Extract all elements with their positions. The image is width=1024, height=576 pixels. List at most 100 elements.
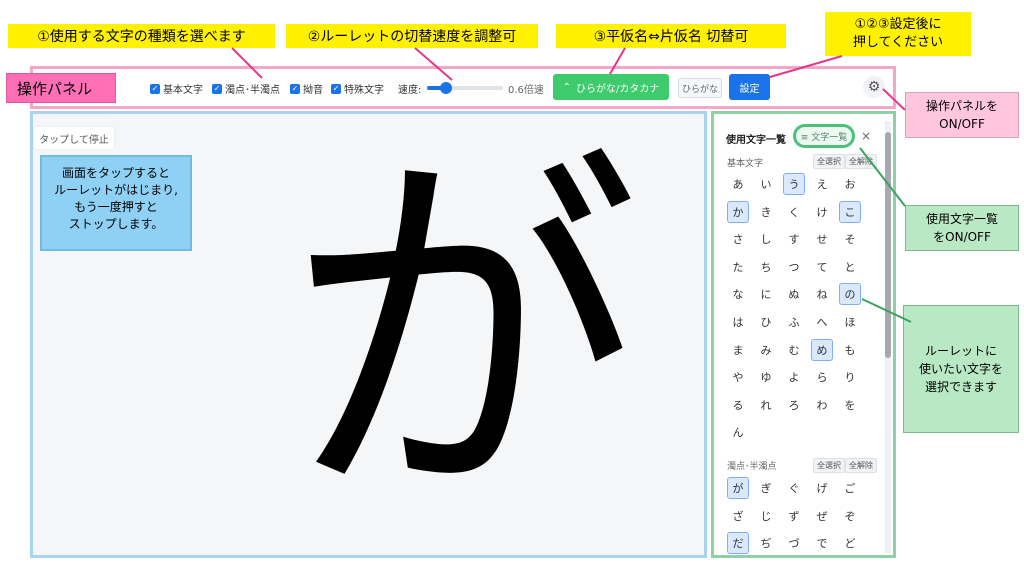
- kana-cell[interactable]: れ: [755, 394, 777, 416]
- callout-kana: ③平仮名⇔片仮名 切替可: [556, 24, 786, 48]
- checkbox-dakuten[interactable]: ✓ 濁点･半濁点: [212, 81, 280, 96]
- kana-cell[interactable]: く: [783, 201, 805, 223]
- kana-cell[interactable]: こ: [839, 200, 861, 223]
- chevron-up-icon: ⌃: [562, 81, 571, 93]
- kana-cell[interactable]: お: [839, 173, 861, 195]
- stop-chip[interactable]: タップして停止: [34, 127, 114, 149]
- kana-cell[interactable]: わ: [811, 394, 833, 416]
- kana-cell[interactable]: け: [811, 201, 833, 223]
- dakuten-deselect-all-button[interactable]: 全解除: [845, 458, 877, 473]
- kana-cell[interactable]: ゆ: [755, 366, 777, 388]
- character-list-toggle[interactable]: ≡ 文字一覧: [793, 124, 855, 148]
- kana-cell[interactable]: よ: [783, 366, 805, 388]
- kana-cell[interactable]: め: [811, 338, 833, 361]
- dakuten-select-all-button[interactable]: 全選択: [813, 458, 845, 473]
- checkbox-basic[interactable]: ✓ 基本文字: [150, 81, 203, 96]
- kana-cell[interactable]: で: [811, 532, 833, 554]
- kana-cell[interactable]: ぢ: [755, 532, 777, 554]
- callout-kana-text: ③平仮名⇔片仮名 切替可: [593, 29, 749, 45]
- speed-slider[interactable]: [427, 86, 503, 90]
- kana-cell[interactable]: む: [783, 339, 805, 361]
- kana-cell[interactable]: だ: [727, 532, 749, 555]
- kana-cell[interactable]: ら: [811, 366, 833, 388]
- kana-cell[interactable]: じ: [755, 505, 777, 527]
- kana-cell[interactable]: し: [755, 228, 777, 250]
- kana-cell[interactable]: た: [727, 256, 749, 278]
- kana-cell[interactable]: も: [839, 339, 861, 361]
- kana-cell[interactable]: り: [839, 366, 861, 388]
- checkbox-special[interactable]: ✓ 特殊文字: [331, 81, 384, 96]
- character-list-title: 使用文字一覧: [726, 135, 786, 146]
- side-scrollbar-thumb[interactable]: [885, 132, 891, 358]
- kana-cell[interactable]: ぎ: [755, 477, 777, 499]
- kana-cell[interactable]: み: [755, 339, 777, 361]
- kana-cell[interactable]: て: [811, 256, 833, 278]
- callout-select-chars: ルーレットに 使いたい文字を 選択できます: [903, 305, 1019, 433]
- kana-cell[interactable]: ぜ: [811, 505, 833, 527]
- callout-select-chars-line3: 選択できます: [924, 380, 997, 394]
- kana-cell[interactable]: ひ: [755, 311, 777, 333]
- gear-icon[interactable]: ⚙: [863, 76, 885, 98]
- kana-cell[interactable]: ね: [811, 283, 833, 305]
- kana-cell[interactable]: ぞ: [839, 505, 861, 527]
- callout-speed: ②ルーレットの切替速度を調整可: [286, 24, 538, 48]
- speed-slider-thumb[interactable]: [440, 82, 452, 94]
- kana-cell[interactable]: ど: [839, 532, 861, 554]
- checkbox-checked-icon: ✓: [290, 83, 300, 94]
- kana-mode-text: ひらがな: [681, 84, 718, 95]
- kana-cell[interactable]: え: [811, 173, 833, 195]
- kana-cell[interactable]: せ: [811, 228, 833, 250]
- basic-deselect-all-button[interactable]: 全解除: [845, 154, 877, 169]
- kana-cell[interactable]: つ: [783, 256, 805, 278]
- callout-charset: ①使用する文字の種類を選べます: [8, 24, 275, 48]
- kana-cell[interactable]: す: [783, 228, 805, 250]
- kana-toggle-button[interactable]: ⌃ ひらがな/カタカナ: [553, 74, 669, 100]
- callout-speed-text: ②ルーレットの切替速度を調整可: [307, 29, 517, 45]
- checkbox-youon[interactable]: ✓ 拗音: [290, 81, 323, 96]
- kana-cell[interactable]: あ: [727, 173, 749, 195]
- speed-value: 0.6倍速: [508, 85, 544, 96]
- kana-cell[interactable]: る: [727, 394, 749, 416]
- set-button-label: 設定: [739, 83, 760, 95]
- basic-section-label: 基本文字: [727, 159, 764, 169]
- kana-cell[interactable]: ふ: [783, 311, 805, 333]
- kana-cell[interactable]: ぐ: [783, 477, 805, 499]
- kana-cell[interactable]: ま: [727, 339, 749, 361]
- kana-cell[interactable]: づ: [783, 532, 805, 554]
- kana-cell[interactable]: う: [783, 173, 805, 195]
- current-character[interactable]: が: [274, 124, 654, 544]
- checkbox-dakuten-label: 濁点･半濁点: [225, 85, 280, 96]
- kana-cell[interactable]: や: [727, 366, 749, 388]
- kana-cell[interactable]: に: [755, 283, 777, 305]
- tap-info-line3: もう一度押すと: [74, 200, 158, 214]
- kana-cell[interactable]: ほ: [839, 311, 861, 333]
- basic-select-all-button[interactable]: 全選択: [813, 154, 845, 169]
- kana-cell[interactable]: と: [839, 256, 861, 278]
- kana-cell[interactable]: ち: [755, 256, 777, 278]
- control-panel-label-text: 操作パネル: [17, 79, 93, 98]
- kana-cell[interactable]: さ: [727, 228, 749, 250]
- tap-info-callout: 画面をタップすると ルーレットがはじまり, もう一度押すと ストップします。: [40, 155, 192, 251]
- kana-cell[interactable]: を: [839, 394, 861, 416]
- close-icon[interactable]: ×: [861, 129, 871, 143]
- kana-cell[interactable]: へ: [811, 311, 833, 333]
- kana-cell[interactable]: は: [727, 311, 749, 333]
- kana-cell[interactable]: い: [755, 173, 777, 195]
- kana-cell[interactable]: か: [727, 200, 749, 223]
- set-button[interactable]: 設定: [729, 74, 770, 100]
- kana-cell[interactable]: な: [727, 283, 749, 305]
- kana-cell[interactable]: き: [755, 201, 777, 223]
- kana-cell[interactable]: ず: [783, 505, 805, 527]
- kana-cell[interactable]: ろ: [783, 394, 805, 416]
- kana-cell[interactable]: の: [839, 283, 861, 306]
- kana-cell[interactable]: ご: [839, 477, 861, 499]
- callout-select-chars-line1: ルーレットに: [924, 344, 997, 358]
- kana-cell[interactable]: が: [727, 477, 749, 499]
- kana-cell[interactable]: ざ: [727, 505, 749, 527]
- character-list-toggle-label: ≡ 文字一覧: [800, 132, 848, 143]
- kana-cell[interactable]: げ: [811, 477, 833, 499]
- kana-cell[interactable]: そ: [839, 228, 861, 250]
- callout-panel-toggle-line2: ON/OFF: [939, 117, 985, 131]
- kana-cell[interactable]: ん: [727, 421, 749, 443]
- kana-cell[interactable]: ぬ: [783, 283, 805, 305]
